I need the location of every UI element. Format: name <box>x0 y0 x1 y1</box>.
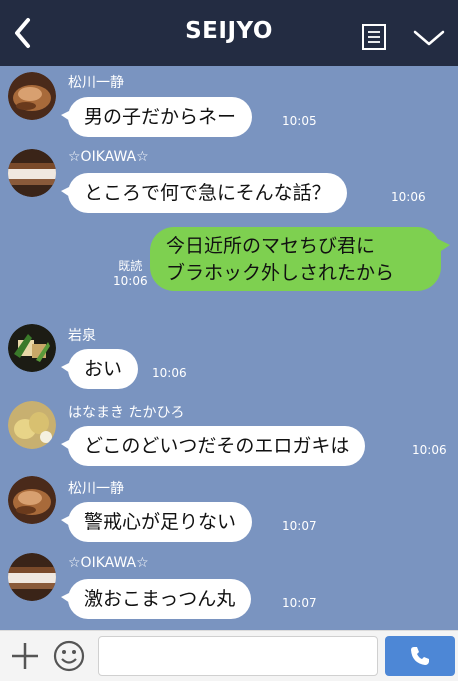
message-time: 10:06 <box>113 274 148 288</box>
avatar[interactable] <box>8 72 56 120</box>
avatar[interactable] <box>8 401 56 449</box>
avatar[interactable] <box>8 149 56 197</box>
call-button[interactable] <box>385 636 455 676</box>
message-bubble[interactable]: ところで何で急にそんな話？ <box>61 173 347 213</box>
message-time: 10:06 <box>412 443 447 457</box>
read-label: 既読 <box>118 259 143 273</box>
message-time: 10:06 <box>391 190 426 204</box>
message-time: 10:06 <box>152 366 187 380</box>
phone-icon <box>411 647 429 665</box>
message-input[interactable] <box>98 636 378 676</box>
sender-name: ☆OIKAWA☆ <box>68 149 149 165</box>
avatar[interactable] <box>8 476 56 524</box>
message-line: 今日近所のマセちび君に <box>166 235 376 257</box>
sender-name: 岩泉 <box>68 328 96 344</box>
composer-bar <box>0 630 458 681</box>
note-icon[interactable] <box>361 24 387 50</box>
read-receipt: 既読 10:06 <box>113 259 148 289</box>
message-bubble[interactable]: どこのどいつだそのエロガキは <box>60 426 366 466</box>
chat-header: SEIJYO <box>0 0 458 66</box>
chevron-down-icon[interactable] <box>412 28 446 48</box>
message-bubble[interactable]: 男の子だからネー <box>60 97 253 137</box>
own-message-bubble[interactable]: 今日近所のマセちび君に ブラホック外しされたから <box>150 227 450 291</box>
message-bubble[interactable]: 激おこまっつん丸 <box>60 579 252 619</box>
avatar[interactable] <box>8 324 56 372</box>
plus-icon[interactable] <box>8 639 42 673</box>
message-time: 10:07 <box>282 519 317 533</box>
sender-name: 松川一静 <box>68 75 124 91</box>
sender-name: ☆OIKAWA☆ <box>68 555 149 571</box>
avatar[interactable] <box>8 553 56 601</box>
sender-name: 松川一静 <box>68 481 124 497</box>
message-list[interactable]: 松川一静 男の子だからネー 10:05 ☆OIKAWA☆ ところで何で急にそんな… <box>0 66 458 630</box>
chat-title: SEIJYO <box>185 18 273 44</box>
message-line: ブラホック外しされたから <box>166 262 395 284</box>
message-time: 10:05 <box>282 114 317 128</box>
message-bubble[interactable]: 警戒心が足りない <box>60 502 253 542</box>
message-time: 10:07 <box>282 596 317 610</box>
sender-name: はなまき たかひろ <box>68 405 185 421</box>
smiley-icon[interactable] <box>52 639 86 673</box>
message-bubble[interactable]: おい <box>60 349 139 389</box>
